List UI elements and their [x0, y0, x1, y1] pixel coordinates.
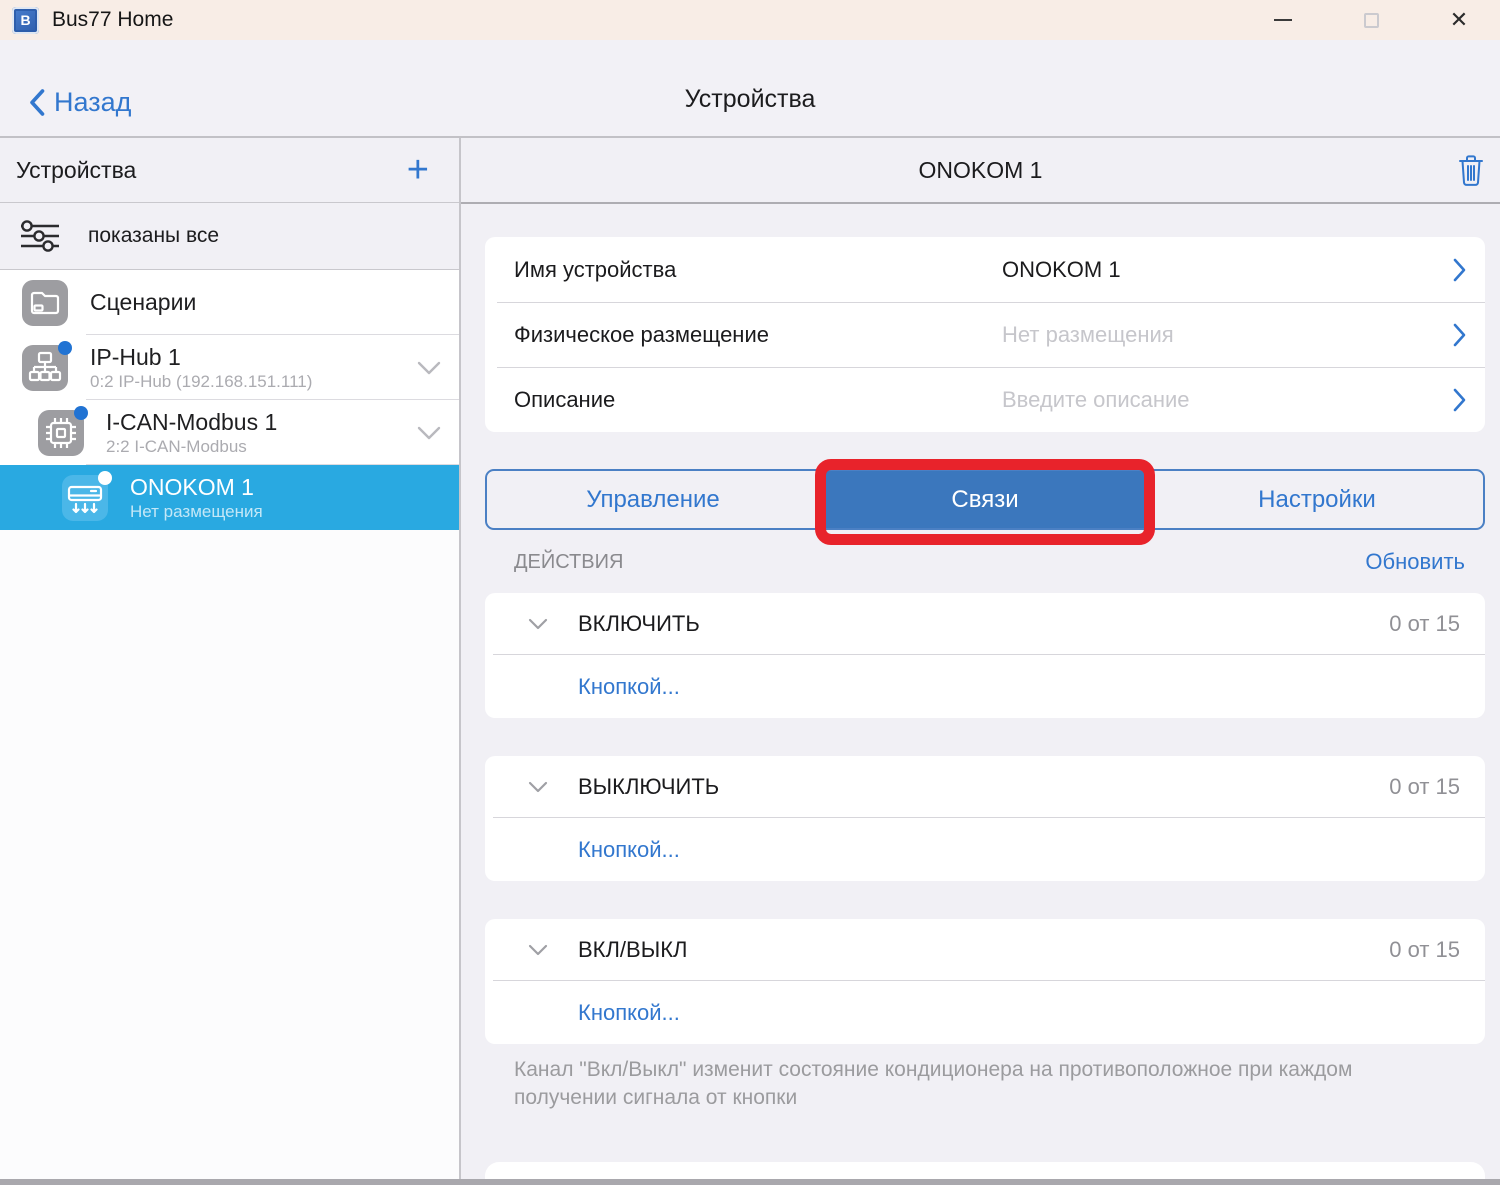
- sidebar-item-onokom[interactable]: ONOKOM 1 Нет размещения: [0, 465, 459, 530]
- maximize-icon: [1364, 13, 1379, 28]
- add-button-link[interactable]: Кнопкой...: [578, 837, 680, 863]
- sidebar-header: Устройства +: [0, 138, 459, 203]
- device-subtitle: Нет размещения: [130, 501, 263, 522]
- add-button-link[interactable]: Кнопкой...: [578, 674, 680, 700]
- action-count: 0 от 15: [1389, 611, 1460, 637]
- page-title: Устройства: [685, 85, 816, 114]
- status-badge: [74, 406, 88, 420]
- filter-label: показаны все: [88, 224, 219, 248]
- title-bar: B Bus77 Home ✕: [0, 0, 1500, 40]
- sidebar-title: Устройства: [16, 157, 136, 184]
- info-value-placeholder: Нет размещения: [1002, 322, 1174, 348]
- info-label: Имя устройства: [514, 257, 676, 283]
- action-card-header[interactable]: ВКЛ/ВЫКЛ 0 от 15: [485, 919, 1485, 980]
- filter-sliders-icon: [18, 217, 62, 255]
- tab-settings[interactable]: Настройки: [1151, 471, 1483, 528]
- next-card-partial: [485, 1162, 1485, 1179]
- nav-bar: Назад Устройства: [0, 40, 1500, 138]
- device-title: ONOKOM 1: [130, 474, 263, 501]
- device-title: Сценарии: [90, 289, 196, 316]
- close-icon: ✕: [1450, 9, 1468, 31]
- status-badge: [58, 341, 72, 355]
- info-value: ONOKOM 1: [1002, 257, 1121, 283]
- chevron-right-icon: [1453, 388, 1467, 412]
- sidebar-item-ip-hub[interactable]: IP-Hub 1 0:2 IP-Hub (192.168.151.111): [0, 335, 459, 400]
- info-label: Описание: [514, 387, 615, 413]
- status-badge: [98, 471, 112, 485]
- action-link-row: Кнопкой...: [485, 655, 1485, 718]
- chevron-left-icon: [28, 88, 45, 117]
- action-link-row: Кнопкой...: [485, 981, 1485, 1044]
- minimize-icon: [1274, 19, 1292, 21]
- window-title: Bus77 Home: [52, 8, 173, 32]
- tab-bar-wrap: Управление Связи Настройки: [485, 469, 1485, 530]
- info-row-placement[interactable]: Физическое размещение Нет размещения: [485, 302, 1485, 367]
- action-card-turn-on: ВКЛЮЧИТЬ 0 от 15 Кнопкой...: [485, 593, 1485, 718]
- action-title: ВЫКЛЮЧИТЬ: [485, 774, 719, 800]
- add-button-link[interactable]: Кнопкой...: [578, 1000, 680, 1026]
- device-detail-panel: ONOKOM 1 Имя устр: [461, 138, 1500, 1179]
- action-card-header[interactable]: ВЫКЛЮЧИТЬ 0 от 15: [485, 756, 1485, 817]
- folder-icon: [22, 280, 68, 326]
- action-title: ВКЛ/ВЫКЛ: [485, 937, 687, 963]
- info-row-name[interactable]: Имя устройства ONOKOM 1: [485, 237, 1485, 302]
- info-row-description[interactable]: Описание Введите описание: [485, 367, 1485, 432]
- filter-row[interactable]: показаны все: [0, 203, 459, 270]
- chevron-down-icon[interactable]: [417, 426, 441, 440]
- back-button[interactable]: Назад: [28, 87, 131, 118]
- chevron-right-icon: [1453, 323, 1467, 347]
- device-title: IP-Hub 1: [90, 344, 312, 371]
- refresh-link[interactable]: Обновить: [1365, 549, 1465, 575]
- info-value-placeholder: Введите описание: [1002, 387, 1190, 413]
- chevron-down-icon: [528, 944, 548, 956]
- air-conditioner-icon: [62, 475, 108, 521]
- window-controls: ✕: [1270, 0, 1472, 40]
- action-count: 0 от 15: [1389, 774, 1460, 800]
- back-label: Назад: [54, 87, 131, 118]
- minimize-button[interactable]: [1270, 7, 1296, 33]
- window-bottom-edge: [0, 1179, 1500, 1185]
- network-hub-icon: [22, 345, 68, 391]
- detail-content: Имя устройства ONOKOM 1 Физическое разме…: [461, 204, 1500, 1179]
- trash-icon: [1456, 153, 1486, 188]
- app-icon: B: [12, 7, 39, 34]
- maximize-button[interactable]: [1358, 7, 1384, 33]
- device-info-card: Имя устройства ONOKOM 1 Физическое разме…: [485, 237, 1485, 432]
- sidebar-item-i-can-modbus[interactable]: I-CAN-Modbus 1 2:2 I-CAN-Modbus: [0, 400, 459, 465]
- actions-section-label: ДЕЙСТВИЯ: [514, 551, 623, 574]
- action-link-row: Кнопкой...: [485, 818, 1485, 881]
- delete-device-button[interactable]: [1456, 153, 1486, 188]
- chip-icon: [38, 410, 84, 456]
- action-card-header[interactable]: ВКЛЮЧИТЬ 0 от 15: [485, 593, 1485, 654]
- action-card-turn-off: ВЫКЛЮЧИТЬ 0 от 15 Кнопкой...: [485, 756, 1485, 881]
- device-subtitle: 2:2 I-CAN-Modbus: [106, 436, 277, 457]
- detail-header: ONOKOM 1: [461, 138, 1500, 204]
- chevron-down-icon: [528, 618, 548, 630]
- actions-header: ДЕЙСТВИЯ Обновить: [485, 544, 1485, 580]
- tab-control[interactable]: Управление: [487, 471, 819, 528]
- info-label: Физическое размещение: [514, 322, 769, 348]
- close-button[interactable]: ✕: [1446, 7, 1472, 33]
- chevron-down-icon[interactable]: [417, 361, 441, 375]
- sidebar-item-scenarios[interactable]: Сценарии: [0, 270, 459, 335]
- action-title: ВКЛЮЧИТЬ: [485, 611, 700, 637]
- action-card-toggle: ВКЛ/ВЫКЛ 0 от 15 Кнопкой...: [485, 919, 1485, 1044]
- chevron-right-icon: [1453, 258, 1467, 282]
- device-list: Сценарии: [0, 270, 459, 1179]
- add-device-button[interactable]: +: [407, 155, 429, 185]
- body: Устройства + показаны все: [0, 138, 1500, 1179]
- tab-bar: Управление Связи Настройки: [485, 469, 1485, 530]
- device-subtitle: 0:2 IP-Hub (192.168.151.111): [90, 371, 312, 392]
- chevron-down-icon: [528, 781, 548, 793]
- toggle-channel-footnote: Канал "Вкл/Выкл" изменит состояние конди…: [485, 1056, 1445, 1112]
- action-count: 0 от 15: [1389, 937, 1460, 963]
- device-sidebar: Устройства + показаны все: [0, 138, 461, 1179]
- device-title: I-CAN-Modbus 1: [106, 409, 277, 436]
- app-window: B Bus77 Home ✕ Назад Устройства Устройст…: [0, 0, 1500, 1185]
- device-name-title: ONOKOM 1: [919, 157, 1043, 184]
- tab-links[interactable]: Связи: [819, 471, 1151, 528]
